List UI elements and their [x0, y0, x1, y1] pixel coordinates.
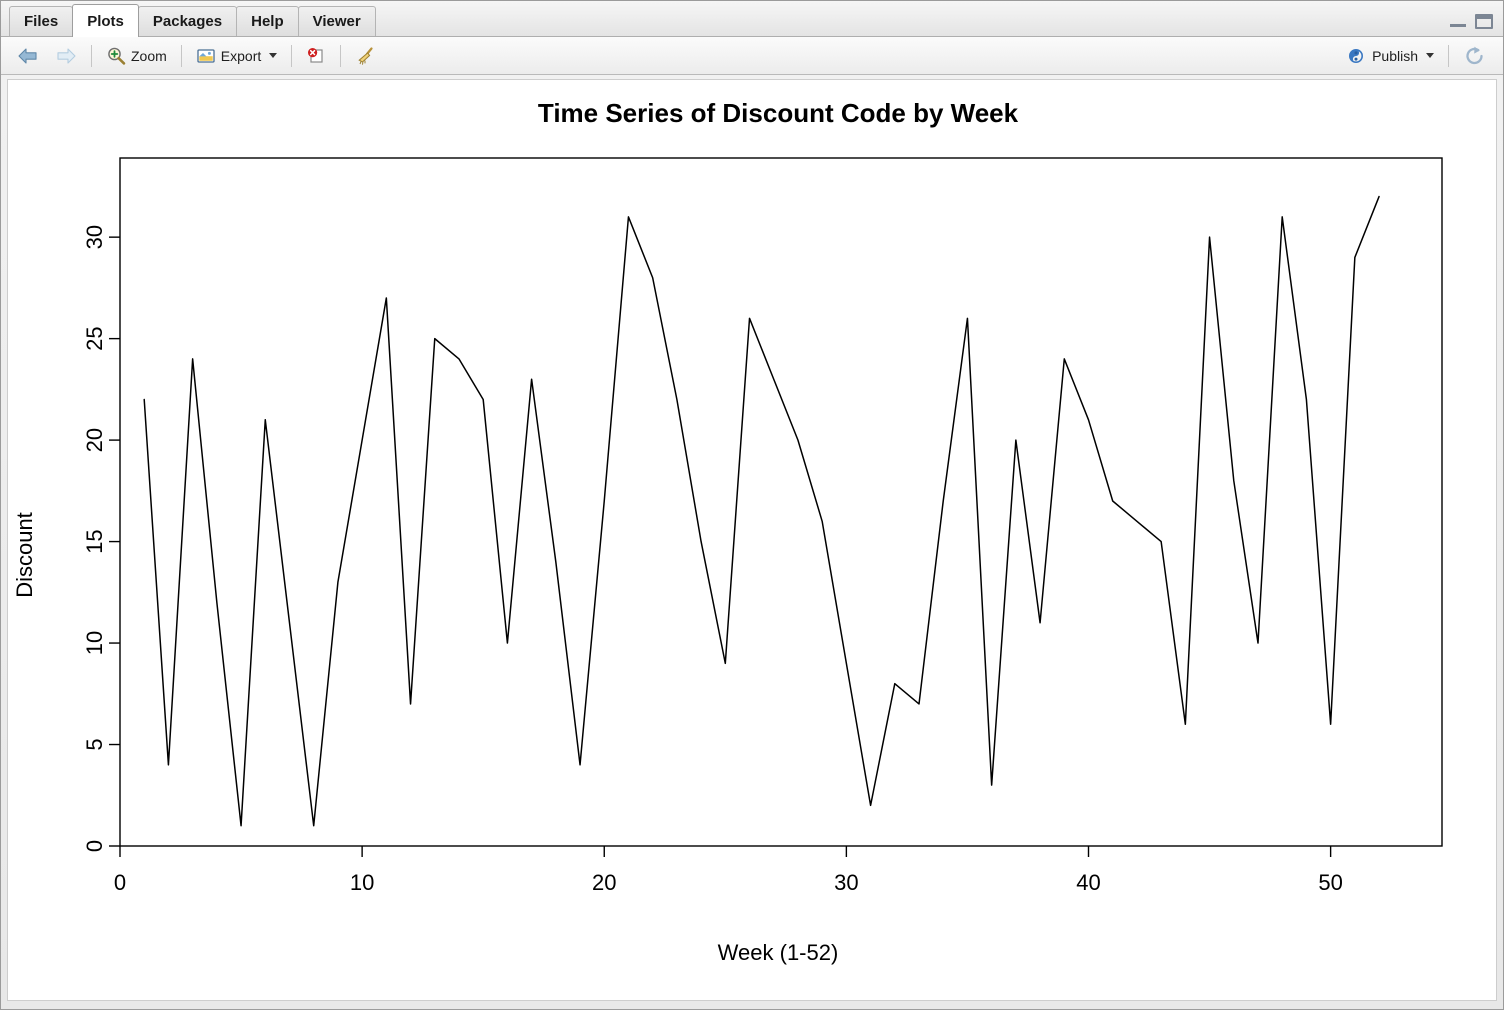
tab-plots[interactable]: Plots	[72, 4, 139, 37]
y-tick-label: 30	[82, 225, 107, 249]
tab-packages[interactable]: Packages	[137, 6, 238, 36]
x-tick-label: 10	[350, 870, 374, 895]
x-tick-label: 40	[1076, 870, 1100, 895]
window-controls	[1450, 14, 1493, 29]
y-tick-label: 0	[82, 840, 107, 852]
y-axis-title: Discount	[12, 512, 37, 598]
y-tick-label: 10	[82, 631, 107, 655]
plot-background	[8, 80, 1496, 1000]
y-tick-label: 15	[82, 529, 107, 553]
publish-icon	[1349, 48, 1364, 63]
y-tick-label: 20	[82, 428, 107, 452]
back-arrow-icon	[18, 47, 37, 64]
forward-button[interactable]	[47, 42, 85, 70]
x-tick-label: 30	[834, 870, 858, 895]
chevron-down-icon[interactable]	[1426, 53, 1434, 58]
tab-files[interactable]: Files	[9, 6, 74, 36]
tab-viewer-label: Viewer	[312, 13, 361, 30]
plots-toolbar: Zoom Export Publish	[1, 37, 1503, 75]
tab-help[interactable]: Help	[236, 6, 299, 36]
chevron-down-icon[interactable]	[269, 53, 278, 58]
refresh-button[interactable]	[1455, 42, 1495, 70]
toolbar-separator	[91, 44, 92, 67]
broom-clear-all-icon	[358, 46, 373, 65]
export-label: Export	[220, 47, 262, 64]
tab-packages-label: Packages	[152, 13, 223, 30]
y-tick-label: 5	[82, 738, 107, 750]
tab-files-label: Files	[24, 13, 59, 30]
x-tick-label: 0	[114, 870, 126, 895]
toolbar-separator	[340, 44, 342, 67]
magnifier-plus-icon	[108, 47, 126, 65]
remove-plot-icon	[308, 47, 323, 63]
zoom-button[interactable]: Zoom	[98, 42, 175, 70]
plot-svg: Time Series of Discount Code by Week 0 5 1…	[8, 80, 1496, 1000]
publish-label: Publish	[1372, 47, 1418, 64]
rstudio-plots-pane: Files Plots Packages Help Viewer Zoom Ex…	[0, 0, 1504, 1010]
export-button[interactable]: Export	[188, 42, 285, 70]
toolbar-separator	[1448, 44, 1449, 67]
plot-canvas[interactable]: Time Series of Discount Code by Week 0 5 1…	[7, 79, 1497, 1001]
refresh-icon	[1466, 46, 1483, 64]
back-button[interactable]	[9, 42, 47, 70]
x-tick-label: 20	[592, 870, 616, 895]
export-image-icon	[197, 48, 215, 63]
zoom-label: Zoom	[131, 47, 167, 64]
toolbar-separator	[180, 44, 182, 67]
forward-arrow-icon	[57, 47, 76, 64]
x-axis-title: Week (1-52)	[718, 940, 839, 965]
tab-plots-label: Plots	[87, 12, 124, 30]
minimize-icon[interactable]	[1450, 16, 1466, 27]
y-tick-label: 25	[82, 326, 107, 350]
clear-all-plots-button[interactable]	[347, 42, 385, 70]
tab-help-label: Help	[251, 13, 284, 30]
maximize-icon[interactable]	[1475, 14, 1493, 29]
tab-viewer[interactable]: Viewer	[297, 6, 376, 36]
remove-plot-button[interactable]	[298, 42, 334, 70]
pane-tabstrip: Files Plots Packages Help Viewer	[1, 1, 1503, 37]
toolbar-separator	[291, 44, 293, 67]
plot-title: Time Series of Discount Code by Week	[538, 98, 1019, 128]
x-tick-label: 50	[1318, 870, 1342, 895]
publish-button[interactable]: Publish	[1337, 42, 1442, 70]
